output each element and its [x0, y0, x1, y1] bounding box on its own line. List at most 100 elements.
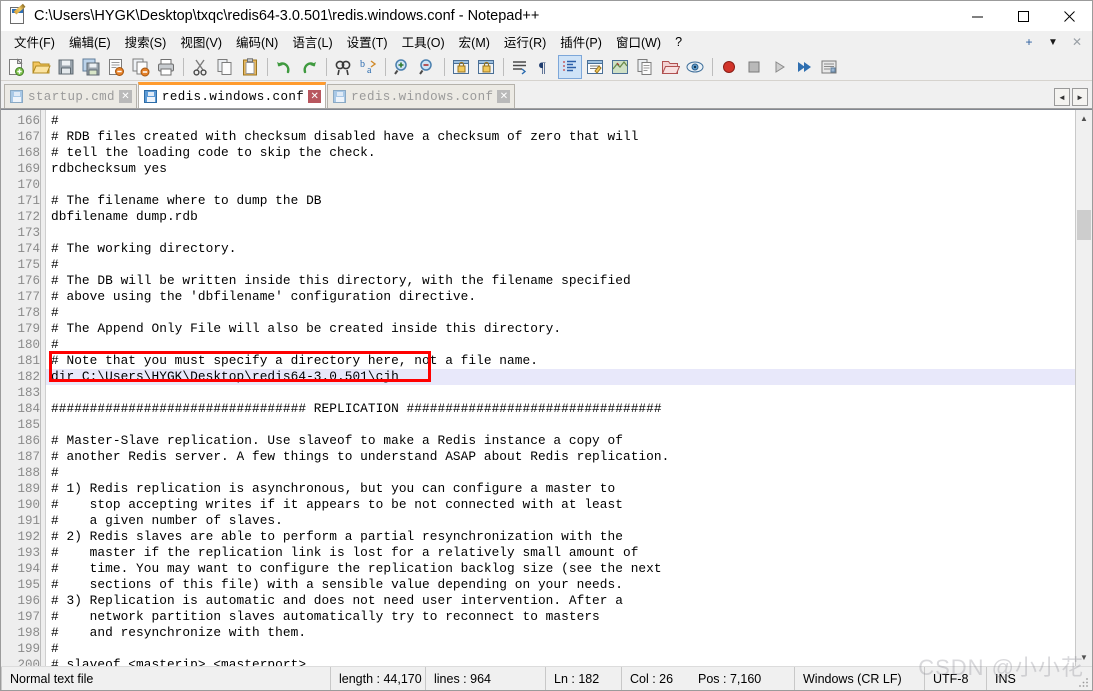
- scroll-down-arrow[interactable]: ▼: [1076, 649, 1092, 666]
- code-line[interactable]: # The working directory.: [46, 241, 1075, 257]
- code-line[interactable]: # network partition slaves automatically…: [46, 609, 1075, 625]
- menu-item-macro[interactable]: 宏(M): [452, 30, 497, 53]
- menu-item-run[interactable]: 运行(R): [497, 30, 553, 53]
- code-line[interactable]: # slaveof <masterip> <masterport>: [46, 657, 1075, 666]
- code-line[interactable]: # above using the 'dbfilename' configura…: [46, 289, 1075, 305]
- code-line[interactable]: #: [46, 465, 1075, 481]
- record-macro-icon[interactable]: [717, 55, 741, 79]
- menu-item-edit[interactable]: 编辑(E): [62, 30, 118, 53]
- code-line[interactable]: [46, 385, 1075, 401]
- save-all-icon[interactable]: [79, 55, 103, 79]
- tab-redis-windows-conf-second[interactable]: redis.windows.conf ✕: [327, 84, 516, 108]
- code-line[interactable]: # Master-Slave replication. Use slaveof …: [46, 433, 1075, 449]
- paste-icon[interactable]: [238, 55, 262, 79]
- menu-item-settings[interactable]: 设置(T): [340, 30, 395, 53]
- tab-redis-windows-conf-active[interactable]: redis.windows.conf ✕: [137, 82, 327, 108]
- code-line[interactable]: # 1) Redis replication is asynchronous, …: [46, 481, 1075, 497]
- code-line[interactable]: # Note that you must specify a directory…: [46, 353, 1075, 369]
- indent-guide-icon[interactable]: [558, 54, 582, 79]
- code-line[interactable]: [46, 177, 1075, 193]
- code-line[interactable]: # 3) Replication is automatic and does n…: [46, 593, 1075, 609]
- menu-item-window[interactable]: 窗口(W): [609, 30, 668, 53]
- folder-as-workspace-icon[interactable]: [658, 55, 682, 79]
- scroll-up-arrow[interactable]: ▲: [1076, 110, 1092, 127]
- code-line[interactable]: #: [46, 641, 1075, 657]
- code-line[interactable]: #: [46, 305, 1075, 321]
- vertical-scrollbar[interactable]: ▲ ▼: [1075, 110, 1092, 666]
- code-line[interactable]: rdbchecksum yes: [46, 161, 1075, 177]
- code-line[interactable]: ################################# REPLIC…: [46, 401, 1075, 417]
- sync-horizontal-scroll-icon[interactable]: [474, 55, 498, 79]
- menu-item-tools[interactable]: 工具(O): [395, 30, 452, 53]
- word-wrap-icon[interactable]: [508, 55, 532, 79]
- zoom-out-icon[interactable]: [415, 55, 439, 79]
- menu-item-view[interactable]: 视图(V): [173, 30, 229, 53]
- close-icon[interactable]: [1046, 1, 1092, 31]
- maximize-icon[interactable]: [1000, 1, 1046, 31]
- close-file-icon[interactable]: [104, 55, 128, 79]
- menu-item-plugins[interactable]: 插件(P): [553, 30, 609, 53]
- menu-item-search[interactable]: 搜索(S): [118, 30, 174, 53]
- code-line[interactable]: dbfilename dump.rdb: [46, 209, 1075, 225]
- code-line[interactable]: # RDB files created with checksum disabl…: [46, 129, 1075, 145]
- code-text-area[interactable]: # # RDB files created with checksum disab…: [46, 110, 1075, 666]
- document-list-dropdown[interactable]: ▼: [1042, 32, 1064, 52]
- cut-icon[interactable]: [188, 55, 212, 79]
- find-icon[interactable]: [331, 55, 355, 79]
- close-all-files-icon[interactable]: [129, 55, 153, 79]
- tab-close-icon[interactable]: ✕: [308, 90, 322, 103]
- code-line[interactable]: #: [46, 337, 1075, 353]
- menu-item-file[interactable]: 文件(F): [7, 30, 62, 53]
- code-line[interactable]: # master if the replication link is lost…: [46, 545, 1075, 561]
- tab-scroll-left-button[interactable]: ◄: [1054, 88, 1070, 106]
- code-line[interactable]: #: [46, 257, 1075, 273]
- code-line[interactable]: # The Append Only File will also be crea…: [46, 321, 1075, 337]
- code-line[interactable]: # another Redis server. A few things to …: [46, 449, 1075, 465]
- code-line[interactable]: [46, 417, 1075, 433]
- print-icon[interactable]: [154, 55, 178, 79]
- code-line-current[interactable]: dir C:\Users\HYGK\Desktop\redis64-3.0.50…: [46, 369, 1075, 385]
- show-all-characters-icon[interactable]: ¶: [533, 55, 557, 79]
- code-line[interactable]: # time. You may want to configure the re…: [46, 561, 1075, 577]
- stop-macro-icon[interactable]: [742, 55, 766, 79]
- save-macro-icon[interactable]: [817, 55, 841, 79]
- code-line[interactable]: # The DB will be written inside this dir…: [46, 273, 1075, 289]
- run-macro-multiple-icon[interactable]: [792, 55, 816, 79]
- copy-icon[interactable]: [213, 55, 237, 79]
- code-line[interactable]: # and resynchronize with them.: [46, 625, 1075, 641]
- tab-close-icon[interactable]: ✕: [497, 90, 511, 103]
- tab-close-icon[interactable]: ✕: [118, 90, 132, 103]
- menu-item-language[interactable]: 语言(L): [285, 30, 339, 53]
- document-map-icon[interactable]: [608, 55, 632, 79]
- save-icon[interactable]: [54, 55, 78, 79]
- code-line[interactable]: # stop accepting writes if it appears to…: [46, 497, 1075, 513]
- redo-icon[interactable]: [297, 55, 321, 79]
- zoom-in-icon[interactable]: [390, 55, 414, 79]
- code-line[interactable]: # The filename where to dump the DB: [46, 193, 1075, 209]
- code-line[interactable]: [46, 225, 1075, 241]
- play-macro-icon[interactable]: [767, 55, 791, 79]
- code-line[interactable]: # tell the loading code to skip the chec…: [46, 145, 1075, 161]
- tab-startup-cmd[interactable]: startup.cmd ✕: [4, 84, 137, 108]
- tab-scroll-right-button[interactable]: ►: [1072, 88, 1088, 106]
- code-line[interactable]: # a given number of slaves.: [46, 513, 1075, 529]
- monitoring-icon[interactable]: [683, 55, 707, 79]
- sync-vertical-scroll-icon[interactable]: [449, 55, 473, 79]
- code-line[interactable]: #: [46, 113, 1075, 129]
- code-line[interactable]: # sections of this file) with a sensible…: [46, 577, 1075, 593]
- code-line[interactable]: # 2) Redis slaves are able to perform a …: [46, 529, 1075, 545]
- close-document-button[interactable]: ✕: [1066, 32, 1088, 52]
- new-file-icon[interactable]: [4, 55, 28, 79]
- menu-item-encoding[interactable]: 编码(N): [229, 30, 285, 53]
- new-document-button[interactable]: +: [1018, 32, 1040, 52]
- notepadpp-window: C:\Users\HYGK\Desktop\txqc\redis64-3.0.5…: [0, 0, 1093, 691]
- vertical-scrollbar-thumb[interactable]: [1077, 210, 1091, 240]
- user-defined-language-icon[interactable]: [583, 55, 607, 79]
- menu-item-help[interactable]: ?: [668, 33, 689, 51]
- replace-icon[interactable]: ba: [356, 55, 380, 79]
- resize-grip-icon[interactable]: [1078, 676, 1090, 688]
- minimize-icon[interactable]: [954, 1, 1000, 31]
- open-file-icon[interactable]: [29, 55, 53, 79]
- undo-icon[interactable]: [272, 55, 296, 79]
- function-list-icon[interactable]: [633, 55, 657, 79]
